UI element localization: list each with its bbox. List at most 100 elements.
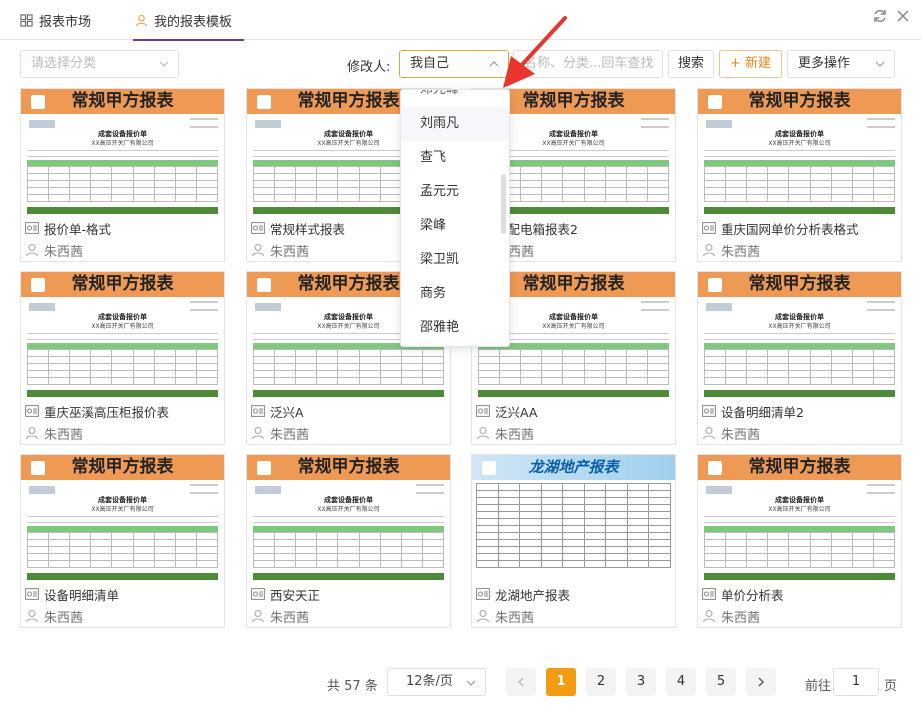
category-select[interactable]: 请选择分类 xyxy=(20,50,179,78)
select-checkbox[interactable] xyxy=(708,461,722,475)
tab-my-templates[interactable]: 我的报表模板 xyxy=(133,0,245,41)
template-card[interactable]: 常规甲方报表 成套设备报价单 XX高压开关厂有限公司 单价分析表 朱西茜 xyxy=(697,454,902,628)
template-name[interactable]: 龙湖地产报表 xyxy=(476,585,570,603)
more-actions-button[interactable]: 更多操作 xyxy=(787,50,895,78)
dropdown-item[interactable]: 梁卫凯 xyxy=(401,243,509,277)
company-logo-icon xyxy=(29,486,55,494)
doc-line xyxy=(27,333,218,334)
template-thumbnail[interactable]: 龙湖地产报表 xyxy=(472,455,675,583)
template-thumbnail[interactable]: 常规甲方报表 成套设备报价单 XX高压开关厂有限公司 xyxy=(247,455,450,583)
company-logo-icon xyxy=(706,120,732,128)
page-button[interactable]: 4 xyxy=(666,668,696,696)
template-name[interactable]: 报价单-格式 xyxy=(25,219,111,237)
template-card[interactable]: 常规甲方报表 成套设备报价单 XX高压开关厂有限公司 设备明细清单2 朱西茜 xyxy=(697,271,902,445)
doc-line xyxy=(27,522,218,523)
template-thumbnail[interactable]: 常规甲方报表 成套设备报价单 XX高压开关厂有限公司 xyxy=(698,455,901,583)
goto-page-input[interactable]: 1 xyxy=(833,668,879,696)
template-card[interactable]: 常规甲方报表 成套设备报价单 XX高压开关厂有限公司 重庆国网单价分析表格式 朱… xyxy=(697,88,902,262)
dropdown-item[interactable]: 商务 xyxy=(401,277,509,311)
select-checkbox[interactable] xyxy=(482,461,496,475)
search-button[interactable]: 搜索 xyxy=(668,50,714,78)
dropdown-item[interactable]: 查飞 xyxy=(401,141,509,175)
page-button[interactable]: 5 xyxy=(706,668,736,696)
template-owner-text: 朱西茜 xyxy=(721,427,761,443)
next-page-button[interactable] xyxy=(746,668,776,696)
page-button[interactable]: 3 xyxy=(626,668,656,696)
template-name[interactable]: 泛兴A xyxy=(251,402,304,420)
template-name[interactable]: 重庆巫溪高压柜报价表 xyxy=(25,402,169,420)
chevron-down-icon xyxy=(466,680,476,686)
report-icon xyxy=(251,405,265,417)
select-checkbox[interactable] xyxy=(31,461,45,475)
template-thumbnail[interactable]: 常规甲方报表 成套设备报价单 XX高压开关厂有限公司 xyxy=(21,89,224,217)
select-checkbox[interactable] xyxy=(708,278,722,292)
doc-table xyxy=(26,166,219,202)
template-thumbnail[interactable]: 常规甲方报表 成套设备报价单 XX高压开关厂有限公司 xyxy=(21,272,224,400)
grid-icon xyxy=(20,13,33,27)
dropdown-item[interactable]: 梁峰 xyxy=(401,209,509,243)
template-thumbnail[interactable]: 常规甲方报表 成套设备报价单 XX高压开关厂有限公司 xyxy=(21,455,224,583)
template-thumbnail[interactable]: 常规甲方报表 成套设备报价单 XX高压开关厂有限公司 xyxy=(698,89,901,217)
template-card[interactable]: 龙湖地产报表 龙湖地产报表 朱西茜 xyxy=(471,454,676,628)
report-icon xyxy=(702,222,716,234)
page-button[interactable]: 2 xyxy=(586,668,616,696)
dropdown-item[interactable]: 孟元元 xyxy=(401,175,509,209)
banner-title: 常规甲方报表 xyxy=(71,274,174,294)
doc-meta xyxy=(190,301,218,311)
template-card[interactable]: 常规甲方报表 成套设备报价单 XX高压开关厂有限公司 西安天正 朱西茜 xyxy=(246,454,451,628)
dropdown-item[interactable]: 刘雨凡 xyxy=(401,107,509,141)
doc-subtitle: XX高压开关厂有限公司 xyxy=(768,323,831,330)
doc-meta xyxy=(867,484,895,494)
banner-title: 常规甲方报表 xyxy=(748,274,851,294)
template-name[interactable]: 常规样式报表 xyxy=(251,219,345,237)
chevron-right-icon xyxy=(758,677,764,687)
doc-line xyxy=(704,150,895,151)
select-checkbox[interactable] xyxy=(257,461,271,475)
user-icon xyxy=(25,243,39,257)
page-size-select[interactable]: 12条/页 xyxy=(387,668,486,696)
select-checkbox[interactable] xyxy=(257,278,271,292)
dropdown-item-partial[interactable]: 邓光峰 xyxy=(401,90,509,107)
doc-line xyxy=(27,339,218,340)
template-card[interactable]: 常规甲方报表 成套设备报价单 XX高压开关厂有限公司 重庆巫溪高压柜报价表 朱西… xyxy=(20,271,225,445)
template-name[interactable]: 重庆国网单价分析表格式 xyxy=(702,219,859,237)
dropdown-scrollbar[interactable] xyxy=(501,174,506,234)
template-name[interactable]: 设备明细清单2 xyxy=(702,402,804,420)
page-button[interactable]: 1 xyxy=(546,668,576,696)
doc-subtitle: XX高压开关厂有限公司 xyxy=(768,506,831,513)
doc-line xyxy=(27,150,218,151)
tab-report-market[interactable]: 报表市场 xyxy=(20,0,91,40)
template-name[interactable]: 西安天正 xyxy=(251,585,320,603)
select-checkbox[interactable] xyxy=(31,95,45,109)
select-checkbox[interactable] xyxy=(708,95,722,109)
chevron-down-icon xyxy=(875,61,885,67)
template-card[interactable]: 常规甲方报表 成套设备报价单 XX高压开关厂有限公司 报价单-格式 朱西茜 xyxy=(20,88,225,262)
doc-meta xyxy=(190,484,218,494)
refresh-icon[interactable] xyxy=(872,8,888,24)
report-icon xyxy=(476,405,490,417)
template-card[interactable]: 常规甲方报表 成套设备报价单 XX高压开关厂有限公司 设备明细清单 朱西茜 xyxy=(20,454,225,628)
select-checkbox[interactable] xyxy=(257,95,271,109)
thumbnail-document: 成套设备报价单 XX高压开关厂有限公司 xyxy=(698,114,901,217)
template-owner: 朱西茜 xyxy=(476,424,534,443)
doc-meta xyxy=(641,118,669,128)
prev-page-button[interactable] xyxy=(506,668,536,696)
new-button[interactable]: + 新建 xyxy=(719,50,782,78)
user-icon xyxy=(251,609,265,623)
doc-line xyxy=(704,333,895,334)
close-icon[interactable] xyxy=(896,9,910,23)
doc-footer-row xyxy=(704,207,895,214)
template-thumbnail[interactable]: 常规甲方报表 成套设备报价单 XX高压开关厂有限公司 xyxy=(698,272,901,400)
select-checkbox[interactable] xyxy=(31,278,45,292)
dropdown-item[interactable]: 邵雅艳 xyxy=(401,311,509,345)
total-count: 共 57 条 xyxy=(327,679,378,694)
doc-subtitle: XX高压开关厂有限公司 xyxy=(768,140,831,147)
banner-title: 常规甲方报表 xyxy=(748,457,851,477)
banner-title: 龙湖地产报表 xyxy=(528,458,619,476)
modifier-select[interactable]: 我自己 xyxy=(399,50,509,78)
doc-footer-row xyxy=(704,573,895,580)
template-name[interactable]: 单价分析表 xyxy=(702,585,784,603)
thumbnail-document: 成套设备报价单 XX高压开关厂有限公司 xyxy=(21,114,224,217)
template-name[interactable]: 设备明细清单 xyxy=(25,585,119,603)
template-name[interactable]: 泛兴AA xyxy=(476,402,537,420)
